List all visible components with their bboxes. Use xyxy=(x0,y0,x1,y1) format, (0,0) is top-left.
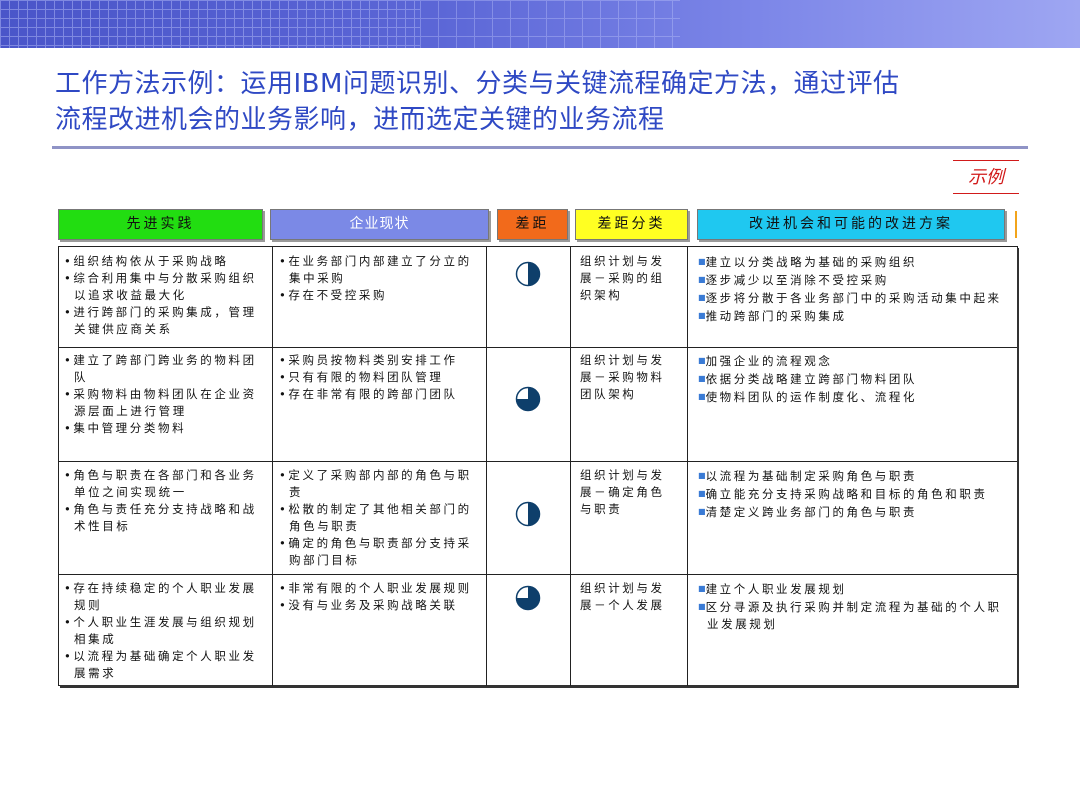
list-item: ■区分寻源及执行采购并制定流程为基础的个人职业发展规划 xyxy=(698,600,1002,631)
header-current-state: 企业现状 xyxy=(270,209,489,240)
gap-level-pie-icon xyxy=(515,585,541,611)
list-item: ■清楚定义跨业务部门的角色与职责 xyxy=(698,505,918,519)
slide-title-line-2: 流程改进机会的业务影响，进而选定关键的业务流程 xyxy=(55,105,665,135)
list-item: •角色与责任充分支持战略和战术性目标 xyxy=(64,502,257,533)
header-gap-category: 差距分类 xyxy=(575,209,688,240)
list-item: •以流程为基础确定个人职业发展需求 xyxy=(64,649,257,680)
table-shadow-bottom xyxy=(60,685,1019,688)
gap-level-pie-icon xyxy=(515,501,541,527)
row-4-current-state: •非常有限的个人职业发展规则 •没有与业务及采购战略关联 xyxy=(279,580,479,614)
list-item: ■依据分类战略建立跨部门物料团队 xyxy=(698,372,918,386)
list-item: ■建立个人职业发展规划 xyxy=(698,582,847,596)
assessment-table: •组织结构依从于采购战略 •综合利用集中与分散采购组织以追求收益最大化 •进行跨… xyxy=(58,246,1019,688)
list-item: ■逐步将分散于各业务部门中的采购活动集中起来 xyxy=(698,291,1002,305)
row-3-improvement: ■以流程为基础制定采购角色与职责 ■确立能充分支持采购战略和目标的角色和职责 ■… xyxy=(698,467,1008,521)
header-improvement: 改进机会和可能的改进方案 xyxy=(697,209,1005,240)
title-underline xyxy=(52,146,1028,149)
list-item: •组织结构依从于采购战略 xyxy=(64,254,229,268)
list-item: ■以流程为基础制定采购角色与职责 xyxy=(698,469,918,483)
list-item: •松散的制定了其他相关部门的角色与职责 xyxy=(279,502,472,533)
column-divider xyxy=(272,246,273,686)
list-item: •角色与职责在各部门和各业务单位之间实现统一 xyxy=(64,468,257,499)
list-item: •进行跨部门的采购集成，管理关键供应商关系 xyxy=(64,305,257,336)
gap-level-pie-icon xyxy=(515,386,541,412)
row-divider xyxy=(58,574,1017,575)
row-2-gap-indicator xyxy=(515,386,541,412)
row-1-gap-category: 组织计划与发展－采购的组织架构 xyxy=(580,254,665,302)
row-4-improvement: ■建立个人职业发展规划 ■区分寻源及执行采购并制定流程为基础的个人职业发展规划 xyxy=(698,580,1008,633)
list-item: ■确立能充分支持采购战略和目标的角色和职责 xyxy=(698,487,988,501)
row-2-gap-category: 组织计划与发展－采购物料团队架构 xyxy=(580,353,665,401)
list-item: •综合利用集中与分散采购组织以追求收益最大化 xyxy=(64,271,257,302)
list-item: •集中管理分类物料 xyxy=(64,421,187,435)
list-item: ■建立以分类战略为基础的采购组织 xyxy=(698,255,918,269)
row-1-gap-indicator xyxy=(515,261,541,287)
row-3-gap-indicator xyxy=(515,501,541,527)
header-accent-tick xyxy=(1015,211,1017,238)
row-divider xyxy=(58,347,1017,348)
list-item: •非常有限的个人职业发展规则 xyxy=(279,581,472,595)
row-1-current-state: •在业务部门内部建立了分立的集中采购 •存在不受控采购 xyxy=(279,253,479,304)
row-4-gap-category: 组织计划与发展－个人发展 xyxy=(580,581,665,612)
list-item: ■逐步减少以至消除不受控采购 xyxy=(698,273,889,287)
column-divider xyxy=(570,246,571,686)
row-3-best-practice: •角色与职责在各部门和各业务单位之间实现统一 •角色与责任充分支持战略和战术性目… xyxy=(64,467,266,535)
header-banner xyxy=(0,0,1080,48)
list-item: •采购员按物料类别安排工作 xyxy=(279,353,458,367)
row-2-improvement: ■加强企业的流程观念 ■依据分类战略建立跨部门物料团队 ■使物料团队的运作制度化… xyxy=(698,352,1008,406)
list-item: ■使物料团队的运作制度化、流程化 xyxy=(698,390,918,404)
example-label-rule-bottom xyxy=(953,193,1019,194)
slide-title: 工作方法示例：运用IBM问题识别、分类与关键流程确定方法，通过评估 流程改进机会… xyxy=(55,66,1045,138)
row-2-best-practice: •建立了跨部门跨业务的物料团队 •采购物料由物料团队在企业资源层面上进行管理 •… xyxy=(64,352,266,437)
gap-pie-fill xyxy=(528,262,540,286)
row-4-best-practice: •存在持续稳定的个人职业发展规则 •个人职业生涯发展与组织规划相集成 •以流程为… xyxy=(64,580,266,682)
table-shadow-right xyxy=(1017,248,1019,688)
row-2-current-state: •采购员按物料类别安排工作 •只有有限的物料团队管理 •存在非常有限的跨部门团队 xyxy=(279,352,479,403)
list-item: •个人职业生涯发展与组织规划相集成 xyxy=(64,615,257,646)
banner-grid-pattern xyxy=(0,0,420,48)
list-item: •存在持续稳定的个人职业发展规则 xyxy=(64,581,257,612)
header-best-practice: 先进实践 xyxy=(58,209,263,240)
list-item: ■加强企业的流程观念 xyxy=(698,354,833,368)
row-1-improvement: ■建立以分类战略为基础的采购组织 ■逐步减少以至消除不受控采购 ■逐步将分散于各… xyxy=(698,253,1008,325)
example-label-rule-top xyxy=(953,160,1019,161)
column-divider xyxy=(687,246,688,686)
list-item: •存在不受控采购 xyxy=(279,288,388,302)
row-4-gap-indicator xyxy=(515,585,541,611)
list-item: •没有与业务及采购战略关联 xyxy=(279,598,458,612)
banner-grid-pattern-faint xyxy=(420,0,680,48)
row-3-current-state: •定义了采购部内部的角色与职责 •松散的制定了其他相关部门的角色与职责 •确定的… xyxy=(279,467,479,569)
list-item: •建立了跨部门跨业务的物料团队 xyxy=(64,353,257,384)
list-item: ■推动跨部门的采购集成 xyxy=(698,309,847,323)
row-1-best-practice: •组织结构依从于采购战略 •综合利用集中与分散采购组织以追求收益最大化 •进行跨… xyxy=(64,253,266,338)
column-divider xyxy=(486,246,487,686)
header-gap: 差距 xyxy=(497,209,568,240)
gap-level-pie-icon xyxy=(515,261,541,287)
row-divider xyxy=(58,461,1017,462)
slide-title-line-1: 工作方法示例：运用IBM问题识别、分类与关键流程确定方法，通过评估 xyxy=(55,69,900,99)
example-label: 示例 xyxy=(968,167,1004,188)
list-item: •确定的角色与职责部分支持采购部门目标 xyxy=(279,536,472,567)
row-3-gap-category: 组织计划与发展－确定角色与职责 xyxy=(580,468,665,516)
list-item: •只有有限的物料团队管理 xyxy=(279,370,444,384)
list-item: •采购物料由物料团队在企业资源层面上进行管理 xyxy=(64,387,257,418)
list-item: •定义了采购部内部的角色与职责 xyxy=(279,468,472,499)
list-item: •存在非常有限的跨部门团队 xyxy=(279,387,458,401)
list-item: •在业务部门内部建立了分立的集中采购 xyxy=(279,254,472,285)
gap-pie-fill xyxy=(528,502,540,526)
